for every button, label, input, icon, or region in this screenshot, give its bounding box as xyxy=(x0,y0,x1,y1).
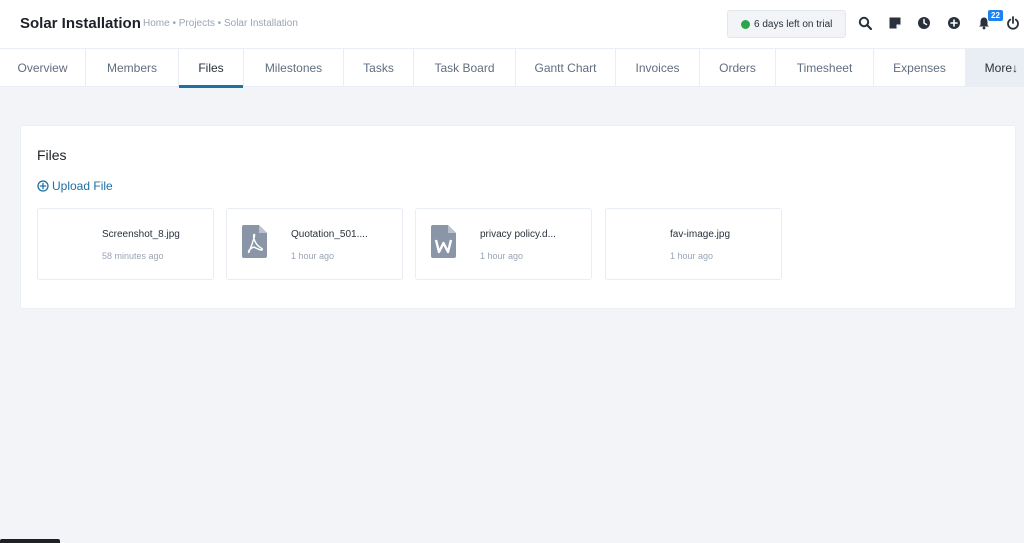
add-circle-icon[interactable] xyxy=(947,16,961,30)
breadcrumb-current: Solar Installation xyxy=(223,18,298,29)
breadcrumb: Home • Projects • Solar Installation xyxy=(143,18,298,29)
breadcrumb-home[interactable]: Home xyxy=(143,18,170,29)
tab-files[interactable]: Files xyxy=(179,49,244,88)
trial-status-dot xyxy=(741,19,750,29)
upload-file-label: Upload File xyxy=(52,179,113,193)
top-header: Solar Installation Home • Projects • Sol… xyxy=(0,0,1024,48)
tab-timesheet[interactable]: Timesheet xyxy=(776,49,874,87)
file-name: Quotation_501.... xyxy=(291,229,368,240)
tab-orders[interactable]: Orders xyxy=(700,49,776,87)
files-section-title: Files xyxy=(37,147,67,163)
tab-tasks[interactable]: Tasks xyxy=(344,49,414,87)
page-title: Solar Installation xyxy=(20,15,141,32)
tab-more[interactable]: More↓ xyxy=(966,49,1024,87)
tab-task-board[interactable]: Task Board xyxy=(414,49,516,87)
tab-gantt-chart[interactable]: Gantt Chart xyxy=(516,49,616,87)
file-card-screenshot[interactable]: Screenshot_8.jpg 58 minutes ago xyxy=(37,208,214,280)
bottom-corner-bar xyxy=(0,539,60,543)
search-icon[interactable] xyxy=(858,16,872,30)
add-circle-icon xyxy=(37,180,49,192)
breadcrumb-separator: • xyxy=(172,18,176,29)
trial-status-label: 6 days left on trial xyxy=(754,18,833,30)
file-card-fav-image[interactable]: fav-image.jpg 1 hour ago xyxy=(605,208,782,280)
tab-milestones[interactable]: Milestones xyxy=(244,49,344,87)
trial-status-button[interactable]: 6 days left on trial xyxy=(727,10,846,38)
clock-icon[interactable] xyxy=(917,16,931,30)
file-name: privacy policy.d... xyxy=(480,229,556,240)
pdf-file-icon xyxy=(242,225,267,258)
tab-invoices[interactable]: Invoices xyxy=(616,49,700,87)
image-icon xyxy=(621,225,646,258)
image-icon xyxy=(53,225,78,258)
sticky-note-icon[interactable] xyxy=(888,16,902,30)
file-time: 58 minutes ago xyxy=(102,251,164,261)
notification-count-badge: 22 xyxy=(988,10,1003,21)
upload-file-link[interactable]: Upload File xyxy=(37,179,113,193)
breadcrumb-projects[interactable]: Projects xyxy=(179,18,215,29)
file-time: 1 hour ago xyxy=(670,251,714,261)
project-tabs: Overview Members Files Milestones Tasks … xyxy=(0,48,1024,88)
file-card-quotation[interactable]: Quotation_501.... 1 hour ago xyxy=(226,208,403,280)
file-name: Screenshot_8.jpg xyxy=(102,229,180,240)
tab-overview[interactable]: Overview xyxy=(0,49,86,87)
file-time: 1 hour ago xyxy=(291,251,335,261)
word-file-icon xyxy=(431,225,456,258)
power-icon[interactable] xyxy=(1006,16,1020,30)
tab-members[interactable]: Members xyxy=(86,49,179,87)
file-card-privacy-policy[interactable]: privacy policy.d... 1 hour ago xyxy=(415,208,592,280)
breadcrumb-separator: • xyxy=(217,18,222,29)
file-name: fav-image.jpg xyxy=(670,229,731,240)
tab-expenses[interactable]: Expenses xyxy=(874,49,966,87)
files-card: Files Upload File Screenshot_8.jpg 58 mi… xyxy=(20,125,1016,309)
file-time: 1 hour ago xyxy=(480,251,524,261)
